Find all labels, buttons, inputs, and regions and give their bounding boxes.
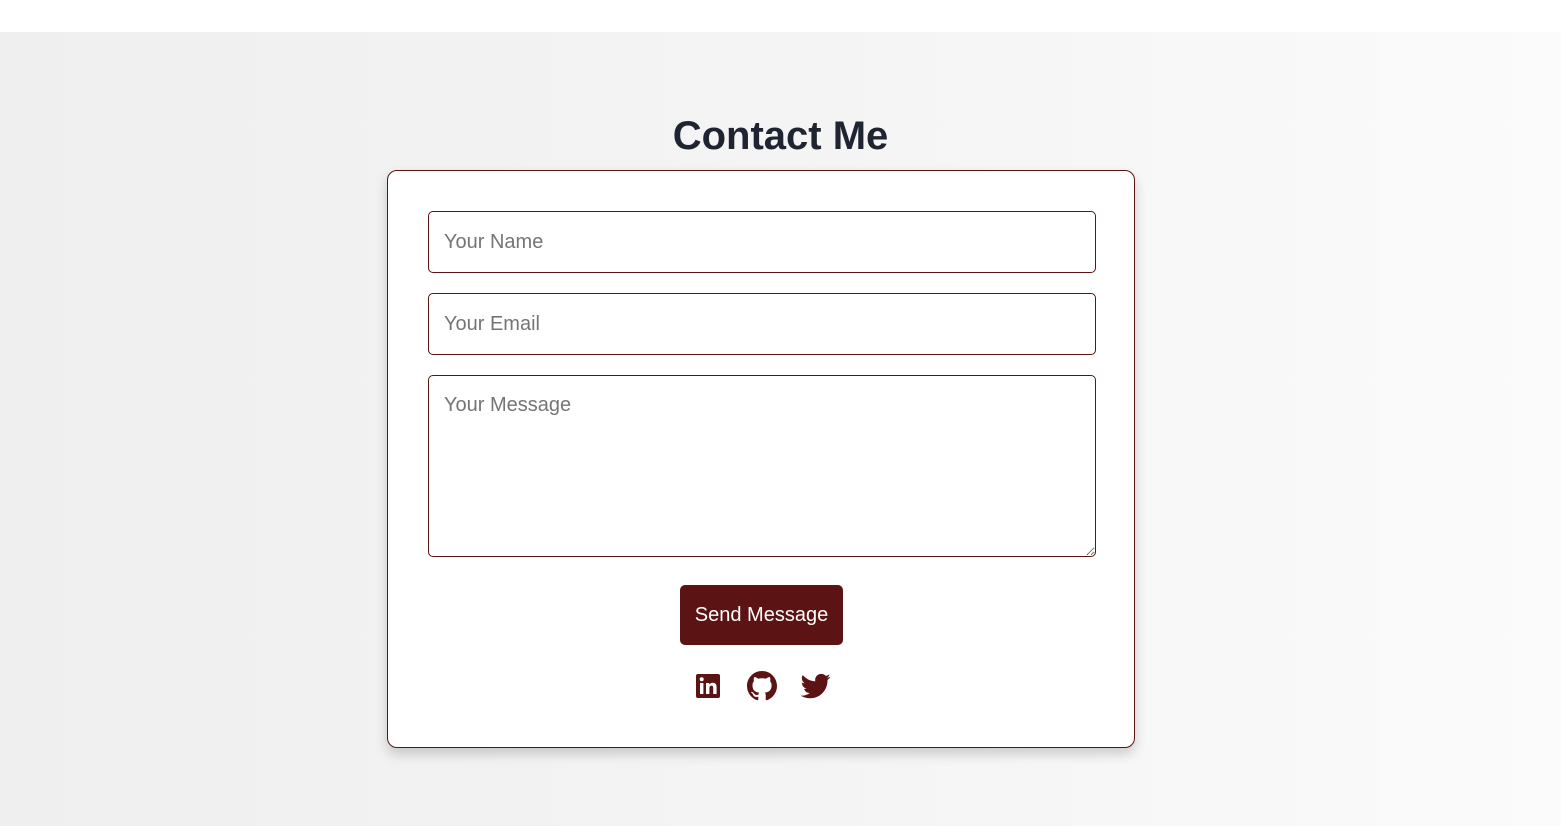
linkedin-link[interactable] [693, 671, 723, 701]
github-link[interactable] [747, 671, 777, 701]
message-textarea[interactable] [428, 375, 1096, 557]
send-message-button[interactable]: Send Message [680, 585, 843, 645]
contact-form: Send Message [387, 170, 1135, 748]
github-icon [747, 671, 777, 701]
contact-section: Contact Me Send Message [0, 32, 1561, 826]
linkedin-icon [696, 674, 720, 698]
page-title: Contact Me [672, 114, 889, 158]
twitter-link[interactable] [801, 671, 831, 701]
email-input[interactable] [428, 293, 1096, 355]
name-input[interactable] [428, 211, 1096, 273]
social-links [388, 671, 1136, 703]
twitter-icon [801, 673, 831, 699]
